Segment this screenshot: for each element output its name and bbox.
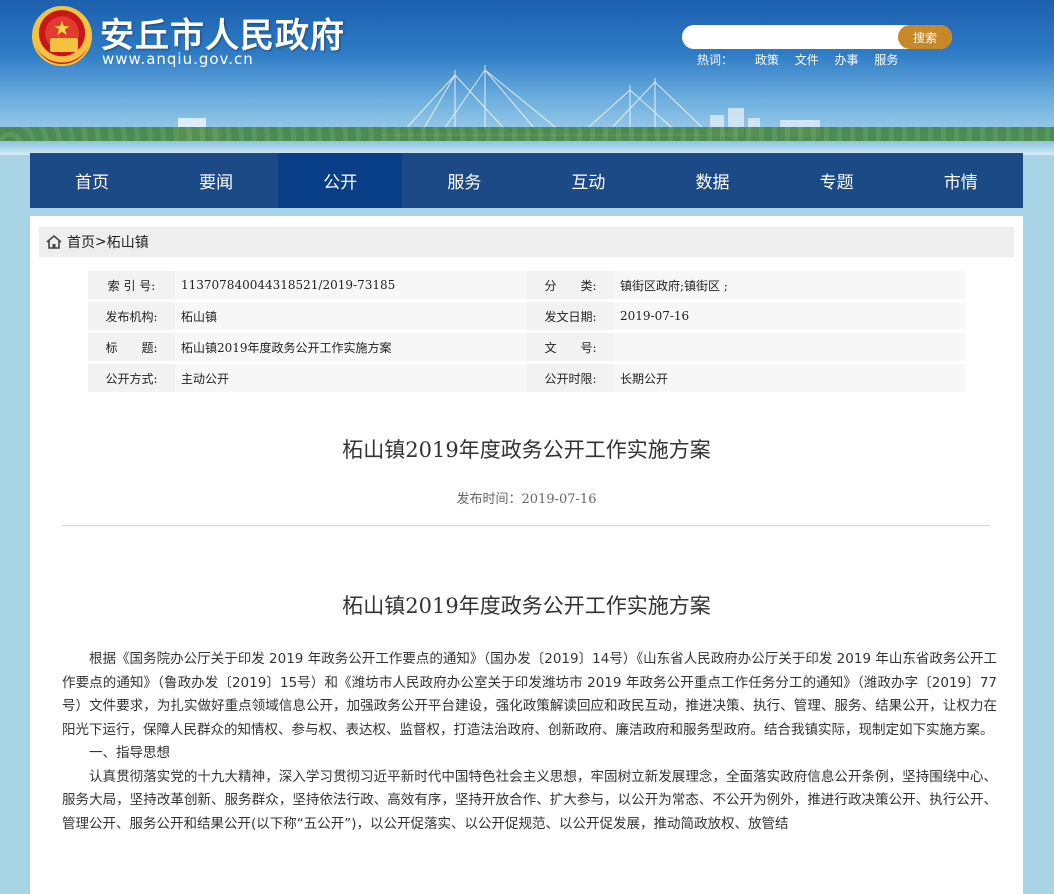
nav-item-topics[interactable]: 专题	[775, 153, 899, 208]
hot-words: 热词： 政策 文件 办事 服务	[697, 51, 910, 68]
hot-word-link[interactable]: 文件	[795, 53, 819, 67]
body-paragraph: 根据《国务院办公厅关于印发 2019 年政务公开工作要点的通知》（国办发〔201…	[62, 651, 997, 738]
meta-value: 113707840044318521/2019-73185	[175, 271, 527, 299]
breadcrumb-home-link[interactable]: 首页	[67, 232, 95, 252]
meta-label: 分 类:	[527, 271, 614, 299]
hot-word-link[interactable]: 政策	[755, 53, 779, 67]
search-button[interactable]: 搜索	[898, 25, 952, 49]
document-meta-table: 索 引 号: 113707840044318521/2019-73185 分 类…	[88, 268, 965, 395]
search-input[interactable]	[682, 25, 892, 49]
meta-value: 柘山镇2019年度政务公开工作实施方案	[175, 333, 527, 361]
content-panel: 首页 > 柘山镇 索 引 号: 113707840044318521/2019-…	[30, 216, 1023, 894]
star-icon: ★	[53, 16, 71, 40]
meta-value: 主动公开	[175, 364, 527, 392]
meta-value: 柘山镇	[175, 302, 527, 330]
publish-date: 发布时间：2019-07-16	[456, 492, 597, 507]
breadcrumb-current[interactable]: 柘山镇	[107, 232, 149, 252]
body-title: 柘山镇2019年度政务公开工作实施方案	[342, 594, 711, 618]
national-emblem-logo: ★	[32, 6, 92, 66]
table-row: 公开方式: 主动公开 公开时限: 长期公开	[88, 364, 965, 392]
meta-label: 标 题:	[88, 333, 175, 361]
site-url: www.anqiu.gov.cn	[102, 50, 254, 68]
meta-value: 镇街区政府;镇街区 ;	[614, 271, 965, 299]
meta-label: 公开方式:	[88, 364, 175, 392]
table-row: 发布机构: 柘山镇 发文日期: 2019-07-16	[88, 302, 965, 330]
breadcrumb: 首页 > 柘山镇	[39, 227, 1014, 257]
home-icon[interactable]	[45, 234, 63, 250]
nav-item-public[interactable]: 公开	[278, 153, 403, 208]
breadcrumb-separator: >	[95, 234, 107, 250]
nav-item-interaction[interactable]: 互动	[526, 153, 650, 208]
meta-label: 索 引 号:	[88, 271, 175, 299]
meta-value	[614, 333, 965, 361]
table-row: 索 引 号: 113707840044318521/2019-73185 分 类…	[88, 271, 965, 299]
meta-label: 文 号:	[527, 333, 614, 361]
hot-words-label: 热词：	[697, 53, 734, 67]
hot-word-link[interactable]: 服务	[874, 53, 898, 67]
body-paragraph: 认真贯彻落实党的十九大精神，深入学习贯彻习近平新时代中国特色社会主义思想，牢固树…	[62, 768, 997, 832]
table-row: 标 题: 柘山镇2019年度政务公开工作实施方案 文 号:	[88, 333, 965, 361]
document-title: 柘山镇2019年度政务公开工作实施方案	[342, 438, 711, 462]
nav-item-city-info[interactable]: 市情	[899, 153, 1023, 208]
meta-label: 发文日期:	[527, 302, 614, 330]
meta-label: 发布机构:	[88, 302, 175, 330]
nav-item-home[interactable]: 首页	[30, 153, 154, 208]
document-body: 根据《国务院办公厅关于印发 2019 年政务公开工作要点的通知》（国办发〔201…	[62, 648, 997, 836]
gate-icon	[50, 38, 78, 52]
main-nav: 首页 要闻 公开 服务 互动 数据 专题 市情	[30, 153, 1023, 208]
nav-item-data[interactable]: 数据	[650, 153, 774, 208]
meta-label: 公开时限:	[527, 364, 614, 392]
meta-value: 2019-07-16	[614, 302, 965, 330]
header-banner: ★ 安丘市人民政府 www.anqiu.gov.cn 搜索 热词： 政策 文件 …	[0, 0, 1054, 155]
meta-value: 长期公开	[614, 364, 965, 392]
divider	[62, 525, 990, 526]
section-heading: 一、指导思想	[89, 745, 170, 761]
nav-item-news[interactable]: 要闻	[154, 153, 278, 208]
hot-word-link[interactable]: 办事	[835, 53, 859, 67]
nav-item-service[interactable]: 服务	[402, 153, 526, 208]
